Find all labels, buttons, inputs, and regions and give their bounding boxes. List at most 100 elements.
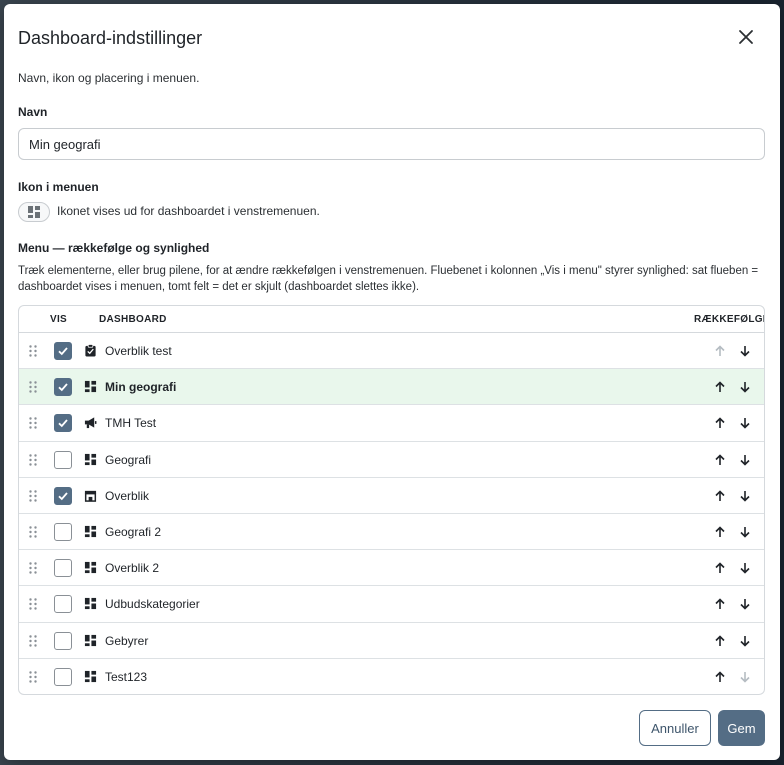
move-up-button[interactable] <box>711 523 729 541</box>
visibility-checkbox[interactable] <box>54 522 72 541</box>
arrow-down-icon <box>740 418 750 430</box>
table-row[interactable]: Test123 <box>19 659 764 694</box>
dashboard-settings-dialog: Dashboard-indstillinger Navn, ikon og pl… <box>4 4 780 760</box>
dashboard-name: Min geografi <box>105 380 177 395</box>
dashboard-name: Gebyrer <box>105 633 149 648</box>
arrow-down-icon <box>740 526 750 538</box>
table-row[interactable]: Geografi <box>19 442 764 478</box>
visibility-checkbox[interactable] <box>54 342 72 360</box>
move-up-button[interactable] <box>711 559 729 577</box>
visibility-checkbox[interactable] <box>54 667 72 686</box>
table-row[interactable]: Gebyrer <box>19 623 764 659</box>
move-down-button[interactable] <box>736 342 754 360</box>
move-down-button[interactable] <box>736 559 754 577</box>
table-body: Overblik test Min geografi TMH Test Geograf… <box>19 333 764 694</box>
move-down-button[interactable] <box>736 668 754 686</box>
table-row[interactable]: Overblik 2 <box>19 550 764 587</box>
name-label: Navn <box>18 105 48 119</box>
dashboard-name: Test123 <box>105 669 148 684</box>
arrow-up-icon <box>715 562 725 574</box>
dashboard-name: Geografi 2 <box>105 524 162 539</box>
arrow-down-icon <box>740 346 750 357</box>
dashboard-name: Overblik 2 <box>105 561 160 576</box>
move-down-button[interactable] <box>736 595 754 613</box>
dashboard-grid-icon <box>84 670 97 682</box>
drag-handle-icon[interactable] <box>27 453 39 467</box>
drag-handle-icon[interactable] <box>27 597 39 611</box>
visibility-checkbox[interactable] <box>54 450 72 469</box>
arrow-down-icon <box>740 671 750 683</box>
dialog-title: Dashboard-indstillinger <box>18 28 203 48</box>
table-row[interactable]: Overblik <box>19 478 764 514</box>
move-down-button[interactable] <box>736 451 754 469</box>
dashboard-grid-icon <box>28 206 40 218</box>
arrow-down-icon <box>740 490 750 502</box>
arrow-up-icon <box>715 381 725 393</box>
close-icon <box>739 30 753 44</box>
dashboard-name: Overblik test <box>105 344 172 358</box>
drag-handle-icon[interactable] <box>27 525 39 539</box>
arrow-up-icon <box>715 671 725 682</box>
visibility-checkbox[interactable] <box>54 414 72 433</box>
save-button[interactable]: Gem <box>718 710 765 746</box>
table-header: VIS DASHBOARD RÆKKEFØLGE <box>19 306 764 333</box>
move-up-button[interactable] <box>711 668 729 686</box>
arrow-up-icon <box>715 526 725 537</box>
dialog-subtitle: Navn, ikon og placering i menuen. <box>18 71 200 85</box>
check-icon <box>58 383 68 392</box>
move-up-button[interactable] <box>711 451 729 469</box>
drag-handle-icon[interactable] <box>27 634 39 648</box>
arrow-down-icon <box>740 382 750 393</box>
dashboard-grid-icon <box>84 381 97 393</box>
header-order: RÆKKEFØLGE <box>694 314 765 325</box>
table-row[interactable]: TMH Test <box>19 405 764 442</box>
cancel-button[interactable]: Annuller <box>639 710 711 746</box>
visibility-checkbox[interactable] <box>54 486 72 505</box>
move-down-button[interactable] <box>736 378 754 396</box>
dashboard-name: Overblik <box>105 488 150 503</box>
move-down-button[interactable] <box>736 414 754 432</box>
dashboard-grid-icon <box>84 634 97 646</box>
move-up-button[interactable] <box>711 378 729 396</box>
table-row[interactable]: Min geografi <box>19 369 764 406</box>
table-row[interactable]: Udbudskategorier <box>19 586 764 623</box>
move-up-button[interactable] <box>711 632 729 650</box>
visibility-checkbox[interactable] <box>54 559 72 578</box>
table-row[interactable]: Geografi 2 <box>19 514 764 551</box>
move-up-button[interactable] <box>711 595 729 613</box>
dashboard-order-table: VIS DASHBOARD RÆKKEFØLGE Overblik test Mi… <box>18 305 765 695</box>
move-up-button[interactable] <box>711 487 729 505</box>
icon-picker-button[interactable] <box>18 202 50 222</box>
megaphone-icon <box>84 417 97 429</box>
drag-handle-icon[interactable] <box>27 380 39 394</box>
arrow-down-icon <box>740 635 750 647</box>
drag-handle-icon[interactable] <box>27 344 39 358</box>
table-row[interactable]: Overblik test <box>19 333 764 370</box>
arrow-up-icon <box>715 634 725 646</box>
move-down-button[interactable] <box>736 523 754 541</box>
drag-handle-icon[interactable] <box>27 416 39 430</box>
arrow-up-icon <box>715 345 725 356</box>
dashboard-name: TMH Test <box>105 416 157 431</box>
move-down-button[interactable] <box>736 632 754 650</box>
drag-handle-icon[interactable] <box>27 489 39 503</box>
visibility-checkbox[interactable] <box>54 378 72 397</box>
move-up-button[interactable] <box>711 342 729 360</box>
drag-handle-icon[interactable] <box>27 561 39 575</box>
drag-handle-icon[interactable] <box>27 670 39 684</box>
store-icon <box>84 490 97 502</box>
visibility-checkbox[interactable] <box>54 631 72 650</box>
close-button[interactable] <box>735 26 757 48</box>
check-icon <box>58 492 68 501</box>
clipboard-check-icon <box>85 344 96 357</box>
visibility-checkbox[interactable] <box>54 595 72 614</box>
move-up-button[interactable] <box>711 414 729 432</box>
dashboard-name: Geografi <box>105 452 152 467</box>
check-icon <box>58 419 68 428</box>
dashboard-name: Udbudskategorier <box>105 597 200 612</box>
menu-section-label: Menu — rækkefølge og synlighed <box>18 241 210 255</box>
header-vis: VIS <box>50 314 68 325</box>
dashboard-grid-icon <box>84 598 97 610</box>
name-input[interactable] <box>18 128 765 160</box>
move-down-button[interactable] <box>736 487 754 505</box>
